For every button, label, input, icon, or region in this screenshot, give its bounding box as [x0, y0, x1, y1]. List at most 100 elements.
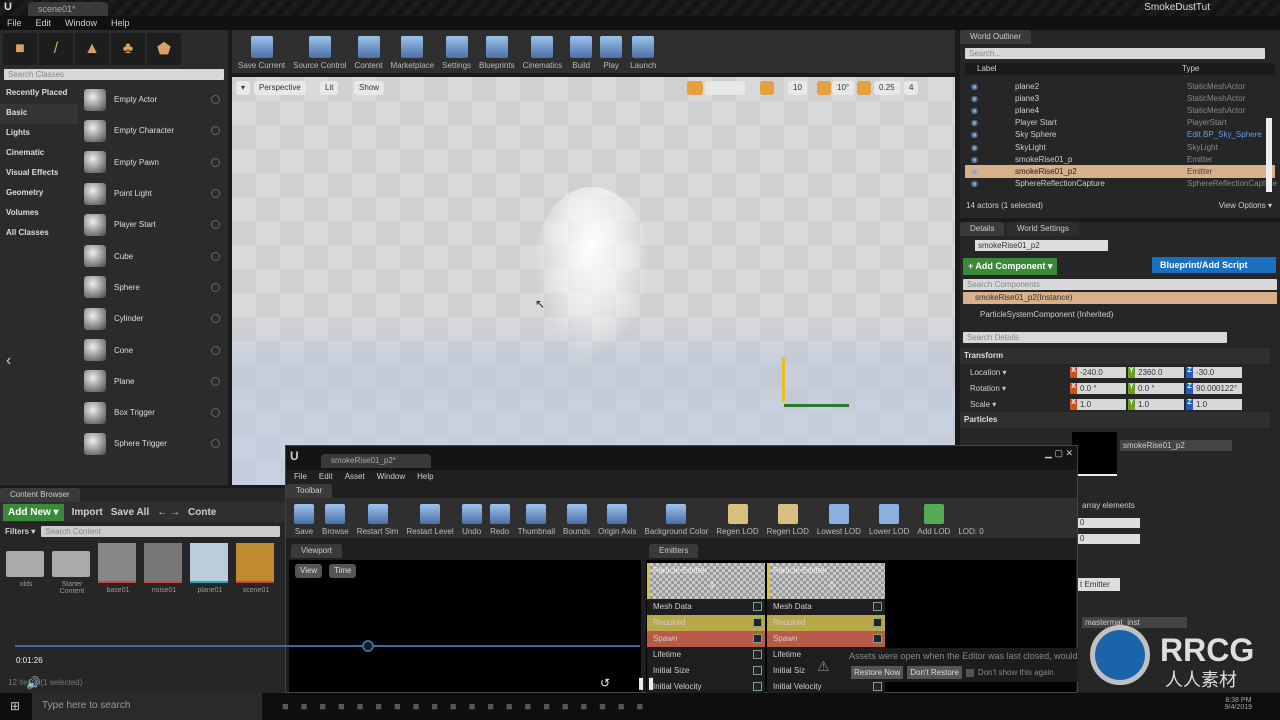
- cascade-lower-lod-button[interactable]: Lower LOD: [865, 504, 913, 536]
- outliner-row[interactable]: ◉ plane4 StaticMeshActor: [965, 104, 1275, 116]
- dont-restore-button[interactable]: Don't Restore: [907, 666, 962, 679]
- asset-tile[interactable]: scene01: [236, 543, 276, 595]
- particles-section[interactable]: Particles: [960, 412, 1270, 428]
- help-icon[interactable]: [211, 345, 220, 355]
- outliner-row[interactable]: ◉ plane2 StaticMeshActor: [965, 80, 1275, 92]
- category-lights[interactable]: Lights: [0, 124, 78, 144]
- video-scrubber[interactable]: [362, 640, 374, 652]
- perspective-button[interactable]: Perspective: [254, 81, 306, 95]
- restore-now-button[interactable]: Restore Now: [851, 666, 904, 679]
- cascade-viewport[interactable]: View Time: [289, 560, 641, 692]
- cascade-regen-lod-button[interactable]: Regen LOD: [763, 504, 813, 536]
- import-button[interactable]: Import: [72, 507, 103, 518]
- category-cinematic[interactable]: Cinematic: [0, 144, 78, 164]
- location-label[interactable]: Location ▾: [970, 368, 1006, 377]
- class-item-empty-actor[interactable]: Empty Actor: [80, 84, 226, 115]
- cascade-menu-file[interactable]: File: [294, 472, 307, 482]
- collapse-arrow-icon[interactable]: ‹: [6, 352, 11, 370]
- toolbar-build-button[interactable]: Build: [566, 33, 596, 70]
- clock-time[interactable]: 8:38 PM: [1225, 697, 1252, 704]
- clock-date[interactable]: 9/4/2019: [1225, 704, 1252, 711]
- angle-snap-icon[interactable]: [817, 81, 831, 95]
- module-initial-size[interactable]: Initial Size: [647, 663, 765, 679]
- help-icon[interactable]: [211, 408, 220, 418]
- class-item-cylinder[interactable]: Cylinder: [80, 303, 226, 334]
- rotation-z-field[interactable]: Z 90.000122°: [1186, 382, 1242, 394]
- place-mode-icon[interactable]: ■: [3, 33, 37, 65]
- asset-tile[interactable]: plane01: [190, 543, 230, 595]
- module-required[interactable]: Required: [647, 615, 765, 631]
- rotation-y-field[interactable]: Y 0.0 °: [1128, 382, 1184, 394]
- help-icon[interactable]: [211, 376, 220, 386]
- category-geometry[interactable]: Geometry: [0, 184, 78, 204]
- app7-icon[interactable]: ■: [599, 701, 606, 713]
- grid-snap-icon[interactable]: [760, 81, 774, 95]
- outliner-row[interactable]: ◉ plane3 StaticMeshActor: [965, 92, 1275, 104]
- tab-emitters[interactable]: Emitters: [649, 544, 699, 558]
- outliner-row[interactable]: ◉ Player Start PlayerStart: [965, 117, 1275, 129]
- camera-speed[interactable]: 4: [904, 81, 919, 95]
- task-view-icon[interactable]: ■: [301, 701, 308, 713]
- emitter-header[interactable]: Particle Emitter 4: [647, 563, 765, 599]
- actor-name-input[interactable]: smokeRise01_p2: [975, 240, 1108, 251]
- unreal-icon[interactable]: ■: [636, 701, 643, 713]
- cascade-browse-button[interactable]: Browse: [318, 504, 353, 536]
- visibility-eye-icon[interactable]: ◉: [971, 179, 981, 188]
- class-item-player-start[interactable]: Player Start: [80, 209, 226, 240]
- class-item-cube[interactable]: Cube: [80, 240, 226, 271]
- cascade-restart-level-button[interactable]: Restart Level: [402, 504, 457, 536]
- toolbar-launch-button[interactable]: Launch: [626, 33, 660, 70]
- spotify-icon[interactable]: ■: [338, 701, 345, 713]
- cascade-menu-help[interactable]: Help: [417, 472, 433, 482]
- module-mesh-data[interactable]: Mesh Data: [647, 599, 765, 615]
- class-item-plane[interactable]: Plane: [80, 366, 226, 397]
- cascade-undo-button[interactable]: Undo: [458, 504, 486, 536]
- cascade-bounds-button[interactable]: Bounds: [559, 504, 594, 536]
- toolbar-settings-button[interactable]: Settings: [438, 33, 475, 70]
- toolbar-blueprints-button[interactable]: Blueprints: [475, 33, 519, 70]
- search-classes-input[interactable]: Search Classes: [4, 69, 224, 80]
- app5-icon[interactable]: ■: [525, 701, 532, 713]
- toolbar-content-button[interactable]: Content: [351, 33, 387, 70]
- blueprint-add-script-button[interactable]: Blueprint/Add Script: [1152, 257, 1276, 273]
- cascade-thumbnail-button[interactable]: Thumbnail: [514, 504, 559, 536]
- module-spawn[interactable]: Spawn: [767, 631, 885, 647]
- help-icon[interactable]: [211, 282, 220, 292]
- tab-toolbar[interactable]: Toolbar: [286, 484, 333, 498]
- scale-y-field[interactable]: Y 1.0: [1128, 398, 1184, 410]
- help-icon[interactable]: [211, 95, 220, 105]
- illustrator-icon[interactable]: ■: [562, 701, 569, 713]
- tab-content-browser[interactable]: Content Browser: [0, 488, 80, 502]
- skype-icon[interactable]: ■: [618, 701, 625, 713]
- visibility-eye-icon[interactable]: ◉: [971, 118, 981, 127]
- module-curve-checkbox[interactable]: [753, 602, 762, 611]
- dont-show-checkbox[interactable]: [965, 668, 974, 677]
- windows-start-icon[interactable]: ⊞: [10, 699, 20, 713]
- template-dropdown[interactable]: smokeRise01_p2: [1120, 440, 1232, 451]
- explorer-icon[interactable]: ■: [319, 701, 326, 713]
- volume-icon[interactable]: 🔊: [26, 676, 41, 690]
- asset-tile[interactable]: base01: [98, 543, 138, 595]
- module-curve-checkbox[interactable]: [753, 634, 762, 643]
- paint-mode-icon[interactable]: /: [39, 33, 73, 65]
- app-icon[interactable]: ■: [357, 701, 364, 713]
- translate-icon[interactable]: [687, 81, 703, 95]
- gizmo-z-axis[interactable]: [782, 357, 785, 402]
- cascade-background-color-button[interactable]: Background Color: [640, 504, 712, 536]
- class-item-empty-character[interactable]: Empty Character: [80, 115, 226, 146]
- tab-world-settings[interactable]: World Settings: [1006, 222, 1079, 236]
- lod-selector[interactable]: LOD: 0: [954, 527, 987, 536]
- category-volumes[interactable]: Volumes: [0, 204, 78, 224]
- chrome-icon[interactable]: ■: [431, 701, 438, 713]
- steam-icon[interactable]: ■: [375, 701, 382, 713]
- rewind-icon[interactable]: ↺: [600, 676, 610, 690]
- location-x-field[interactable]: X -240.0: [1070, 366, 1126, 378]
- photos-icon[interactable]: ■: [543, 701, 550, 713]
- help-icon[interactable]: [211, 126, 220, 136]
- scale-label[interactable]: Scale ▾: [970, 400, 996, 409]
- scale-snap-icon[interactable]: [857, 81, 871, 95]
- module-mesh-data[interactable]: Mesh Data: [767, 599, 885, 615]
- visibility-eye-icon[interactable]: ◉: [971, 106, 981, 115]
- tab-particle-system[interactable]: smokeRise01_p2*: [321, 454, 431, 468]
- outliner-row[interactable]: ◉ Sky Sphere Edit BP_Sky_Sphere: [965, 129, 1275, 141]
